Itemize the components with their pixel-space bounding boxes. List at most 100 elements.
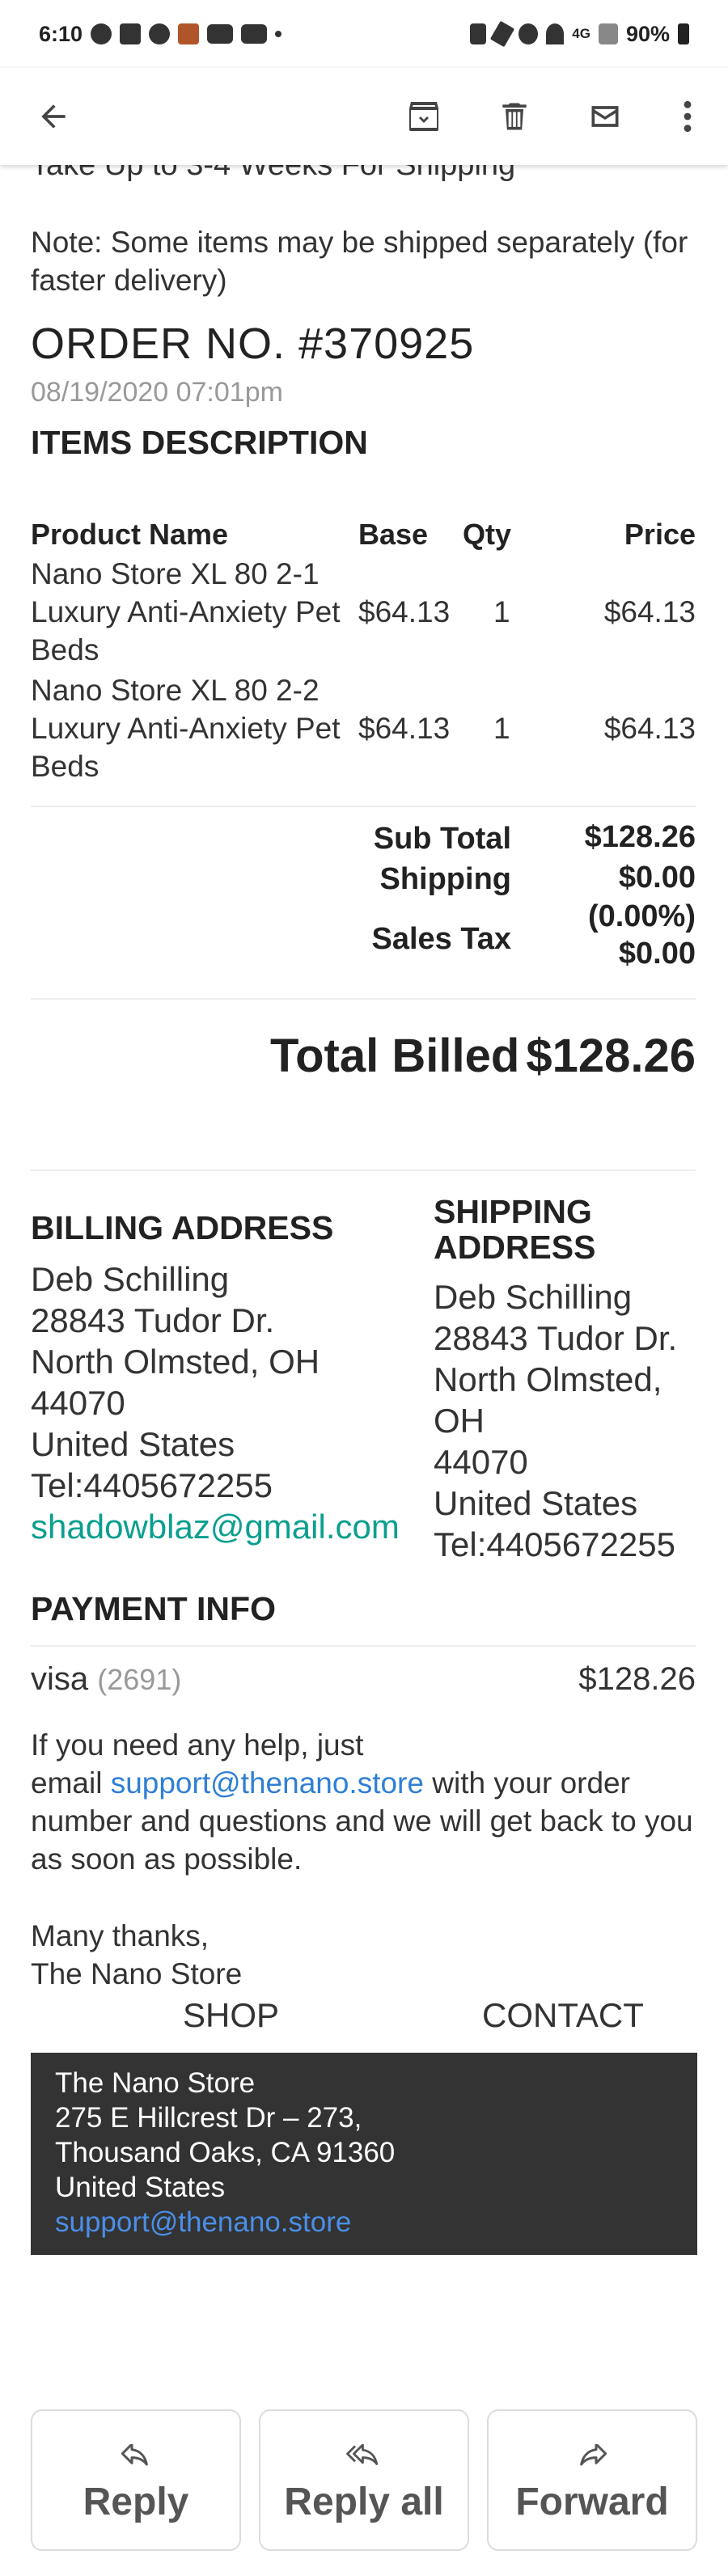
status-bar: 6:10 4G 90% (0, 0, 728, 68)
payment-info-title: PAYMENT INFO (31, 1590, 276, 1627)
delete-icon[interactable] (490, 92, 539, 141)
billing-email-link[interactable]: shadowblaz@gmail.com (31, 1506, 400, 1547)
alarm-icon (518, 23, 539, 44)
more-notifications-icon (275, 31, 282, 37)
lock-icon (470, 23, 487, 44)
youtube-icon (207, 24, 234, 44)
app-icon (178, 23, 200, 44)
signal-icon (598, 23, 618, 44)
quantity: 1 (493, 595, 510, 628)
shop-link[interactable]: SHOP (183, 1996, 279, 2035)
signoff-line1: Many thanks, (31, 1919, 210, 1952)
col-header-base: Base (358, 518, 429, 551)
shipping-tel: Tel:4405672255 (434, 1525, 675, 1563)
reply-icon (120, 2436, 152, 2477)
network-type: 4G (572, 26, 590, 41)
wifi-icon (546, 23, 565, 44)
shipping-address-title-1: SHIPPING (434, 1193, 592, 1230)
youtube-icon (241, 24, 268, 44)
billing-street: 28843 Tudor Dr. (31, 1301, 275, 1339)
battery-percent: 90% (625, 21, 670, 46)
help-text: If you need any help, just email support… (31, 1726, 702, 1878)
shipping-time-note: Take Up to 3-4 Weeks For Shipping (31, 165, 515, 188)
reply-label: Reply (83, 2481, 189, 2523)
reply-all-icon (346, 2436, 382, 2477)
billing-country: United States (31, 1425, 235, 1463)
shipping-label: Shipping (379, 862, 511, 896)
store-name: The Nano Store (55, 2067, 256, 2099)
subtotal-label: Sub Total (373, 822, 511, 856)
mute-icon (490, 20, 515, 48)
store-country: United States (55, 2172, 226, 2203)
shipping-name: Deb Schilling (434, 1278, 633, 1316)
shipping-value: $0.00 (618, 861, 696, 895)
back-arrow-icon[interactable] (29, 92, 78, 141)
col-header-qty: Qty (463, 518, 512, 551)
shipping-zip: 44070 (434, 1443, 528, 1481)
shipping-city: North Olmsted, (434, 1360, 662, 1398)
help-line1: If you need any help, just (31, 1728, 364, 1762)
total-billed-label: Total Billed (270, 1030, 520, 1082)
signoff-line2: The Nano Store (31, 1957, 243, 1990)
price: $64.13 (603, 595, 696, 628)
shipping-time-text: Take Up to 3-4 Weeks For Shipping (31, 165, 516, 182)
shipping-address-title-2: ADDRESS (434, 1229, 596, 1266)
reply-all-label: Reply all (284, 2481, 444, 2523)
product-name: Nano Store XL 80 2-1 Luxury Anti-Anxiety… (31, 557, 341, 666)
base-price: $64.13 (358, 712, 451, 745)
payment-amount: $128.26 (578, 1661, 696, 1697)
shipping-note: Note: Some items may be shipped separate… (31, 226, 688, 297)
divider (31, 806, 696, 807)
sales-tax-rate: (0.00%) (587, 899, 696, 933)
total-billed-value: $128.26 (526, 1030, 696, 1082)
reply-all-button[interactable]: Reply all (259, 2409, 469, 2551)
col-header-product: Product Name (31, 518, 229, 551)
footer-links: SHOP CONTACT (0, 1996, 728, 2041)
shipping-country: United States (434, 1484, 638, 1522)
billing-name: Deb Schilling (31, 1260, 230, 1298)
billing-city: North Olmsted, OH (31, 1343, 320, 1381)
base-price: $64.13 (358, 595, 451, 628)
subtotal-value: $128.26 (584, 820, 696, 854)
status-left: 6:10 (39, 21, 282, 47)
facebook-icon (91, 23, 112, 44)
forward-label: Forward (515, 2481, 669, 2523)
toolbar (0, 68, 728, 165)
billing-tel: Tel:4405672255 (31, 1466, 273, 1504)
help-prefix: email (31, 1766, 111, 1800)
support-email-link[interactable]: support@thenano.store (111, 1766, 424, 1800)
archive-icon[interactable] (400, 92, 448, 141)
battery-icon (678, 23, 689, 44)
shipping-street: 28843 Tudor Dr. (434, 1319, 678, 1357)
more-vert-icon[interactable] (663, 92, 712, 141)
billing-zip: 44070 (31, 1384, 125, 1422)
order-number: ORDER NO. #370925 (31, 319, 475, 368)
divider (31, 998, 696, 1000)
forward-icon (576, 2436, 608, 2477)
col-header-price: Price (624, 518, 696, 551)
forward-button[interactable]: Forward (487, 2409, 697, 2551)
status-right: 4G 90% (470, 20, 689, 48)
sales-tax-label: Sales Tax (371, 922, 511, 956)
payment-method: visa (2691) (31, 1661, 181, 1698)
divider (31, 1645, 696, 1647)
status-time: 6:10 (39, 21, 83, 46)
product-name: Nano Store XL 80 2-2 Luxury Anti-Anxiety… (31, 674, 341, 783)
reply-button[interactable]: Reply (31, 2409, 241, 2551)
items-description-title: ITEMS DESCRIPTION (31, 424, 368, 461)
store-email-link[interactable]: support@thenano.store (55, 2205, 673, 2240)
mark-unread-icon[interactable] (581, 92, 629, 141)
divider (31, 1170, 696, 1171)
price: $64.13 (603, 712, 696, 745)
store-street: 275 E Hillcrest Dr – 273, (55, 2102, 362, 2134)
signoff: Many thanks, The Nano Store (31, 1917, 242, 1993)
calendar-icon (120, 23, 142, 44)
check-icon (149, 23, 171, 44)
store-city: Thousand Oaks, CA 91360 (55, 2137, 396, 2168)
billing-address-title: BILLING ADDRESS (31, 1209, 334, 1246)
shipping-state: OH (434, 1402, 485, 1440)
store-footer: The Nano Store 275 E Hillcrest Dr – 273,… (31, 2053, 697, 2255)
order-date: 08/19/2020 07:01pm (31, 377, 283, 408)
sales-tax-value: $0.00 (618, 937, 696, 971)
contact-link[interactable]: CONTACT (482, 1996, 644, 2035)
